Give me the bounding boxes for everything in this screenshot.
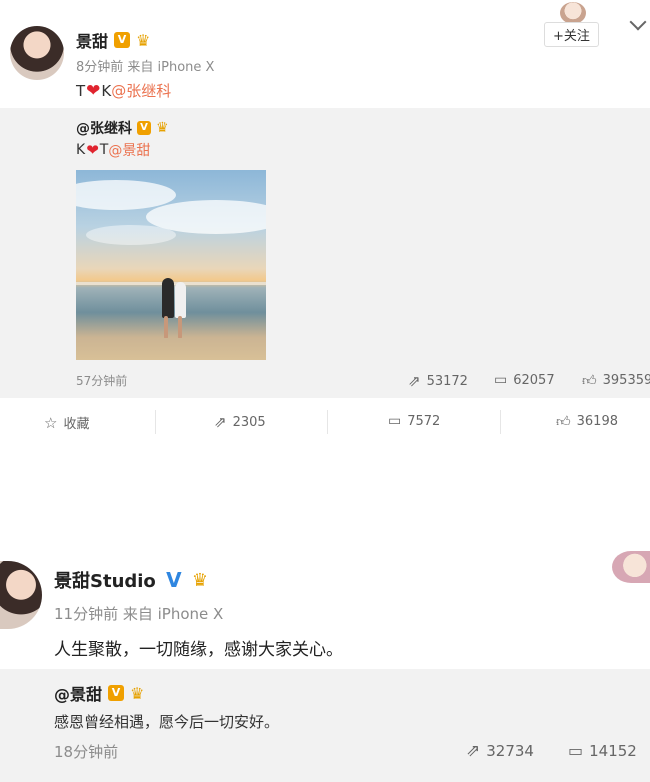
text-letter: K: [101, 81, 112, 100]
repost-username[interactable]: @景甜: [54, 681, 102, 705]
thumbs-up-icon: 👍︎: [556, 414, 571, 430]
thumbs-up-icon: 👍︎: [582, 373, 597, 389]
chevron-down-icon[interactable]: [629, 13, 647, 31]
text-letter: T: [76, 81, 86, 100]
repost-likes[interactable]: 👍︎ 395359: [582, 372, 650, 389]
comment-icon: ▭: [388, 413, 402, 429]
verified-badge-icon: V: [166, 568, 182, 592]
follow-button[interactable]: +关注: [544, 22, 599, 47]
action-bar: ☆ 收藏 ⇗ 2305 ▭ 7572 👍︎ 36198: [0, 404, 650, 440]
post-header: 景甜Studio V ♛: [54, 567, 208, 593]
heart-icon: ❤: [86, 80, 101, 101]
heart-icon: ❤: [86, 141, 99, 159]
reposted-content[interactable]: @景甜 V ♛ 感恩曾经相遇，愿今后一切安好。 18分钟前 ⇗ 32734 ▭ …: [0, 669, 650, 782]
crown-icon: ♛: [130, 683, 145, 703]
sticker-icon: [612, 551, 650, 583]
comment-icon: ▭: [494, 372, 508, 388]
text-letter: T: [99, 142, 109, 158]
mention-link[interactable]: @张继科: [111, 80, 171, 101]
repost-button[interactable]: ⇗ 2305: [214, 413, 266, 431]
comment-icon: ▭: [568, 741, 584, 760]
crown-icon: ♛: [136, 30, 151, 50]
comment-count: 7572: [407, 413, 441, 429]
repost-text: K ❤ T @景甜: [76, 140, 150, 160]
mention-link[interactable]: @景甜: [108, 140, 150, 160]
comment-count: 14152: [589, 741, 637, 760]
comment-count: 62057: [513, 372, 555, 388]
star-icon: ☆: [44, 413, 58, 432]
reposted-content[interactable]: @张继科 V ♛ K ❤ T @景甜 57分钟前 ⇗ 53172 ▭ 62057…: [0, 108, 650, 398]
post-time-source: 8分钟前 来自 iPhone X: [76, 60, 215, 75]
post-header: 景甜 V ♛: [76, 28, 150, 52]
avatar[interactable]: [0, 561, 42, 629]
repost-comments[interactable]: ▭ 62057: [494, 372, 555, 388]
repost-comments[interactable]: ▭ 14152: [568, 741, 637, 760]
username[interactable]: 景甜Studio: [54, 567, 156, 593]
like-count: 36198: [576, 414, 618, 429]
post-time-source: 11分钟前 来自 iPhone X: [54, 605, 224, 623]
repost-reposts[interactable]: ⇗ 32734: [466, 741, 534, 761]
post-text: T ❤ K @张继科: [76, 80, 171, 101]
repost-time: 57分钟前: [76, 374, 128, 388]
sticker-icon: [560, 2, 586, 24]
repost-header: @张继科 V ♛: [76, 118, 169, 138]
repost-username[interactable]: @张继科: [76, 118, 132, 138]
comment-button[interactable]: ▭ 7572: [388, 413, 440, 429]
verified-badge-icon: V: [114, 32, 131, 48]
username[interactable]: 景甜: [76, 28, 108, 52]
favorite-button[interactable]: ☆ 收藏: [44, 413, 90, 433]
avatar[interactable]: [10, 26, 64, 80]
repost-count: 2305: [232, 414, 266, 430]
like-count: 395359: [602, 373, 650, 388]
text-letter: K: [76, 142, 86, 158]
repost-count: 32734: [486, 742, 534, 760]
repost-text: 感恩曾经相遇，愿今后一切安好。: [54, 713, 280, 731]
verified-badge-icon: V: [108, 685, 125, 701]
divider: [327, 410, 328, 434]
divider: [500, 410, 501, 434]
repost-time: 18分钟前: [54, 743, 119, 761]
weibo-post-2: 景甜Studio V ♛ 11分钟前 来自 iPhone X 人生聚散，一切随缘…: [0, 545, 650, 782]
weibo-post-1: 景甜 V ♛ 8分钟前 来自 iPhone X T ❤ K @张继科 +关注 @…: [0, 0, 650, 440]
repost-icon: ⇗: [214, 413, 227, 431]
like-button[interactable]: 👍︎ 36198: [556, 413, 618, 430]
verified-badge-icon: V: [137, 121, 151, 135]
post-text: 人生聚散，一切随缘，感谢大家关心。: [54, 640, 343, 660]
repost-icon: ⇗: [466, 741, 481, 761]
crown-icon: ♛: [191, 569, 208, 591]
repost-icon: ⇗: [408, 372, 421, 390]
repost-count: 53172: [426, 373, 468, 389]
divider: [155, 410, 156, 434]
favorite-label: 收藏: [63, 417, 90, 432]
repost-reposts[interactable]: ⇗ 53172: [408, 372, 468, 390]
crown-icon: ♛: [156, 120, 169, 136]
repost-header: @景甜 V ♛: [54, 681, 144, 705]
beach-photo[interactable]: [76, 170, 266, 360]
